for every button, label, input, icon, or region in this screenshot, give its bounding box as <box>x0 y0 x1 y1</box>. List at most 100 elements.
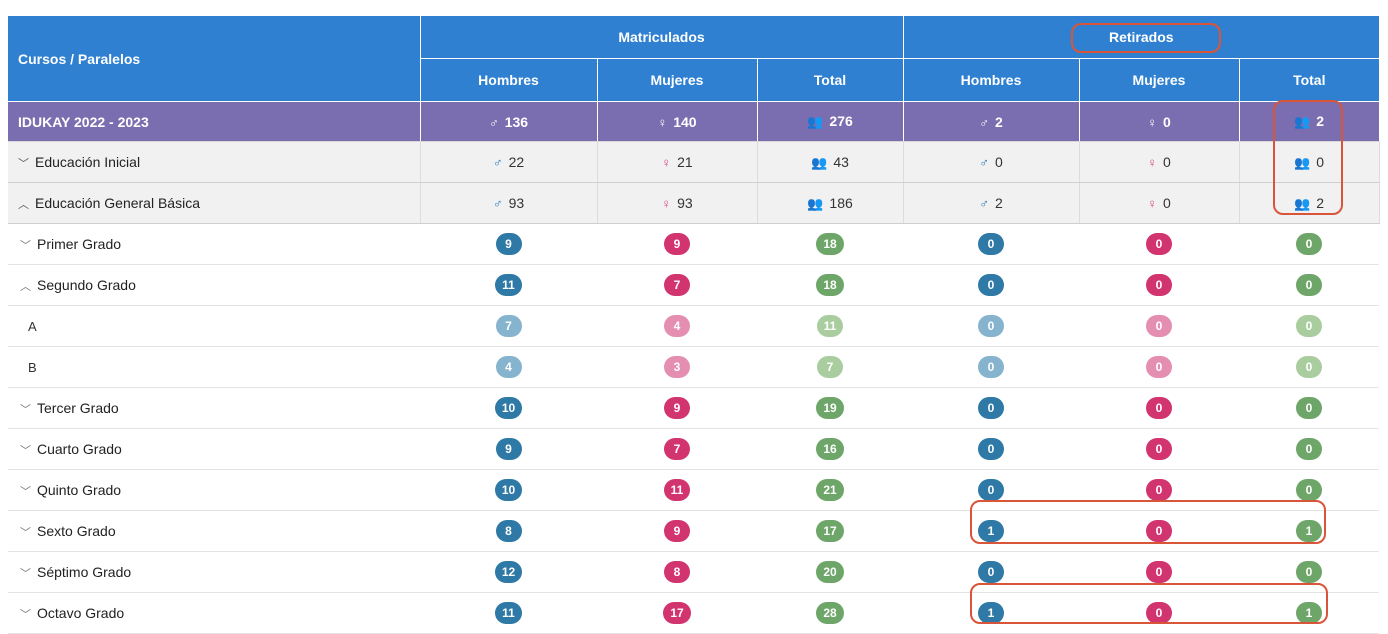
grade-label: Séptimo Grado <box>37 563 132 580</box>
grade-label: Cuarto Grado <box>37 440 122 457</box>
grade-row[interactable]: ﹀ Primer Grado 9 9 18 0 0 0 <box>8 223 1380 265</box>
count-badge: 1 <box>1296 520 1323 542</box>
chevron-down-icon[interactable]: ﹀ <box>20 606 31 622</box>
grade-row[interactable]: ﹀ Sexto Grado 8 9 17 1 0 1 <box>8 510 1380 552</box>
grade-row[interactable]: ﹀ Séptimo Grado 12 8 20 0 0 0 <box>8 551 1380 593</box>
year-retirados-hombres: 2 <box>994 113 1003 130</box>
count-badge: 0 <box>1146 438 1173 460</box>
count-badge: 0 <box>978 397 1005 419</box>
count-badge: 0 <box>1146 479 1173 501</box>
count-badge: 0 <box>1296 561 1323 583</box>
year-retirados-total: 2 <box>1316 113 1324 129</box>
group-icon: 👥 <box>807 195 824 211</box>
chevron-up-icon[interactable]: ︿ <box>18 196 29 212</box>
header-retirados-mujeres: Mujeres <box>1079 58 1240 102</box>
section-label: A <box>8 305 420 347</box>
female-icon: ♀ <box>1147 114 1157 130</box>
male-icon: ♂ <box>492 196 503 211</box>
header-retirados-total: Total <box>1239 58 1380 102</box>
count-badge: 16 <box>816 438 844 460</box>
grade-label: Primer Grado <box>37 235 122 252</box>
count-badge: 0 <box>1296 233 1323 255</box>
count-badge: 0 <box>1146 233 1173 255</box>
year-row[interactable]: IDUKAY 2022 - 2023 ♂ 136 ♀ 140 👥 276 ♂ 2 ♀ 0 … <box>8 101 1380 142</box>
count-badge: 7 <box>817 356 843 378</box>
level-label: Educación General Básica <box>35 194 200 211</box>
count-badge: 1 <box>978 602 1005 624</box>
count-badge: 11 <box>816 315 844 337</box>
count-badge: 0 <box>978 479 1005 501</box>
grade-row[interactable]: ﹀ Quinto Grado 10 11 21 0 0 0 <box>8 469 1380 511</box>
count-badge: 0 <box>978 438 1005 460</box>
header-retirados-hombres: Hombres <box>903 58 1080 102</box>
count-badge: 1 <box>1296 602 1323 624</box>
year-matriculados-mujeres: 140 <box>673 113 697 130</box>
grade-row[interactable]: ﹀ Octavo Grado 11 17 28 1 0 1 <box>8 592 1380 634</box>
count-badge: 18 <box>816 274 844 296</box>
count-badge: 0 <box>1296 274 1323 296</box>
section-row[interactable]: A 7 4 11 0 0 0 <box>8 305 1380 347</box>
group-icon: 👥 <box>1294 195 1311 211</box>
level-label: Educación Inicial <box>35 153 141 170</box>
count-badge: 9 <box>495 233 522 255</box>
chevron-up-icon[interactable]: ︿ <box>20 278 31 294</box>
header-matriculados: Matriculados <box>420 16 904 59</box>
chevron-down-icon[interactable]: ﹀ <box>20 565 31 581</box>
chevron-down-icon[interactable]: ﹀ <box>20 483 31 499</box>
level-row[interactable]: ︿ Educación General Básica ♂ 93 ♀ 93 👥 186 ♂… <box>8 182 1380 224</box>
year-retirados-mujeres: 0 <box>1162 113 1171 130</box>
count-badge: 7 <box>495 315 522 337</box>
grade-row[interactable]: ﹀ Tercer Grado 10 9 19 0 0 0 <box>8 387 1380 429</box>
male-icon: ♂ <box>492 155 503 170</box>
header-matriculados-mujeres: Mujeres <box>597 58 758 102</box>
count-badge: 12 <box>494 561 523 583</box>
count-badge: 0 <box>1146 274 1173 296</box>
grade-row[interactable]: ︿ Segundo Grado 11 7 18 0 0 0 <box>8 264 1380 306</box>
count-badge: 0 <box>1146 561 1173 583</box>
count-badge: 10 <box>494 397 523 419</box>
count-badge: 21 <box>816 479 844 501</box>
year-matriculados-hombres: 136 <box>504 113 529 130</box>
count-badge: 3 <box>664 356 690 378</box>
count-badge: 11 <box>495 274 522 296</box>
grade-label: Segundo Grado <box>37 276 136 293</box>
header-matriculados-hombres: Hombres <box>420 58 598 102</box>
year-label: IDUKAY 2022 - 2023 <box>8 101 421 142</box>
count-badge: 1 <box>978 520 1005 542</box>
count-badge: 0 <box>1296 356 1323 378</box>
count-badge: 17 <box>663 602 691 624</box>
male-icon: ♂ <box>979 155 989 170</box>
count-badge: 4 <box>495 356 522 378</box>
female-icon: ♀ <box>657 114 668 130</box>
chevron-down-icon[interactable]: ﹀ <box>20 524 31 540</box>
grade-row[interactable]: ﹀ Cuarto Grado 9 7 16 0 0 0 <box>8 428 1380 470</box>
count-badge: 0 <box>978 274 1005 296</box>
count-badge: 18 <box>816 233 844 255</box>
grade-label: Tercer Grado <box>37 399 119 416</box>
male-icon: ♂ <box>488 114 499 130</box>
grade-label: Octavo Grado <box>37 604 125 621</box>
count-badge: 0 <box>1146 520 1173 542</box>
section-label: B <box>8 346 420 388</box>
count-badge: 0 <box>978 315 1005 337</box>
chevron-down-icon[interactable]: ﹀ <box>20 442 31 458</box>
count-badge: 0 <box>1296 315 1323 337</box>
count-badge: 0 <box>1146 602 1173 624</box>
female-icon: ♀ <box>1147 155 1157 170</box>
level-row[interactable]: ﹀ Educación Inicial ♂ 22 ♀ 21 👥 43 ♂ 0 ♀ 0 👥 0 <box>8 141 1380 183</box>
count-badge: 0 <box>1296 479 1323 501</box>
chevron-down-icon[interactable]: ﹀ <box>20 237 31 253</box>
female-icon: ♀ <box>661 155 672 170</box>
count-badge: 0 <box>1146 356 1173 378</box>
section-row[interactable]: B 4 3 7 0 0 0 <box>8 346 1380 388</box>
group-icon: 👥 <box>811 154 828 170</box>
count-badge: 4 <box>664 315 690 337</box>
count-badge: 9 <box>664 233 690 255</box>
grade-label: Sexto Grado <box>37 522 116 539</box>
group-icon: 👥 <box>1294 114 1311 129</box>
female-icon: ♀ <box>1147 196 1157 211</box>
chevron-down-icon[interactable]: ﹀ <box>18 155 29 171</box>
chevron-down-icon[interactable]: ﹀ <box>20 401 31 417</box>
group-icon: 👥 <box>807 114 824 129</box>
year-matriculados-total: 276 <box>829 113 853 129</box>
